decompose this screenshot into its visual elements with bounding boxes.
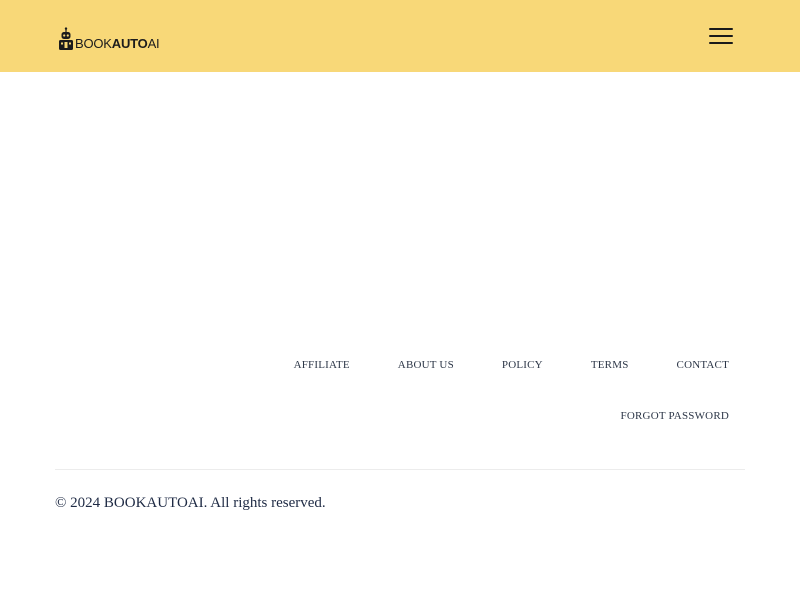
site-header: BOOKAUTOAI [0, 0, 800, 72]
footer-nav-primary: AFFILIATE ABOUT US POLICY TERMS CONTACT [294, 359, 729, 371]
footer-link-about-us[interactable]: ABOUT US [398, 359, 454, 371]
brand-name-auto: AUTO [111, 36, 148, 51]
brand-name: BOOKAUTOAI [75, 36, 160, 51]
footer-link-affiliate[interactable]: AFFILIATE [294, 359, 350, 371]
brand-name-ai: AI [147, 36, 160, 51]
menu-line-middle [709, 35, 733, 37]
menu-line-top [709, 28, 733, 30]
brand-name-book: BOOK [75, 36, 112, 51]
footer-nav-secondary: FORGOT PASSWORD [621, 410, 729, 422]
footer-link-policy[interactable]: POLICY [502, 359, 543, 371]
menu-line-bottom [709, 42, 733, 44]
footer-link-terms[interactable]: TERMS [591, 359, 629, 371]
copyright-text: © 2024 BOOKAUTOAI. All rights reserved. [55, 495, 326, 511]
robot-icon [59, 27, 73, 50]
footer-divider [55, 469, 745, 470]
hamburger-menu-icon[interactable] [706, 24, 736, 48]
brand-logo[interactable]: BOOKAUTOAI [57, 27, 160, 51]
footer-link-forgot-password[interactable]: FORGOT PASSWORD [621, 410, 729, 422]
footer-link-contact[interactable]: CONTACT [677, 359, 729, 371]
